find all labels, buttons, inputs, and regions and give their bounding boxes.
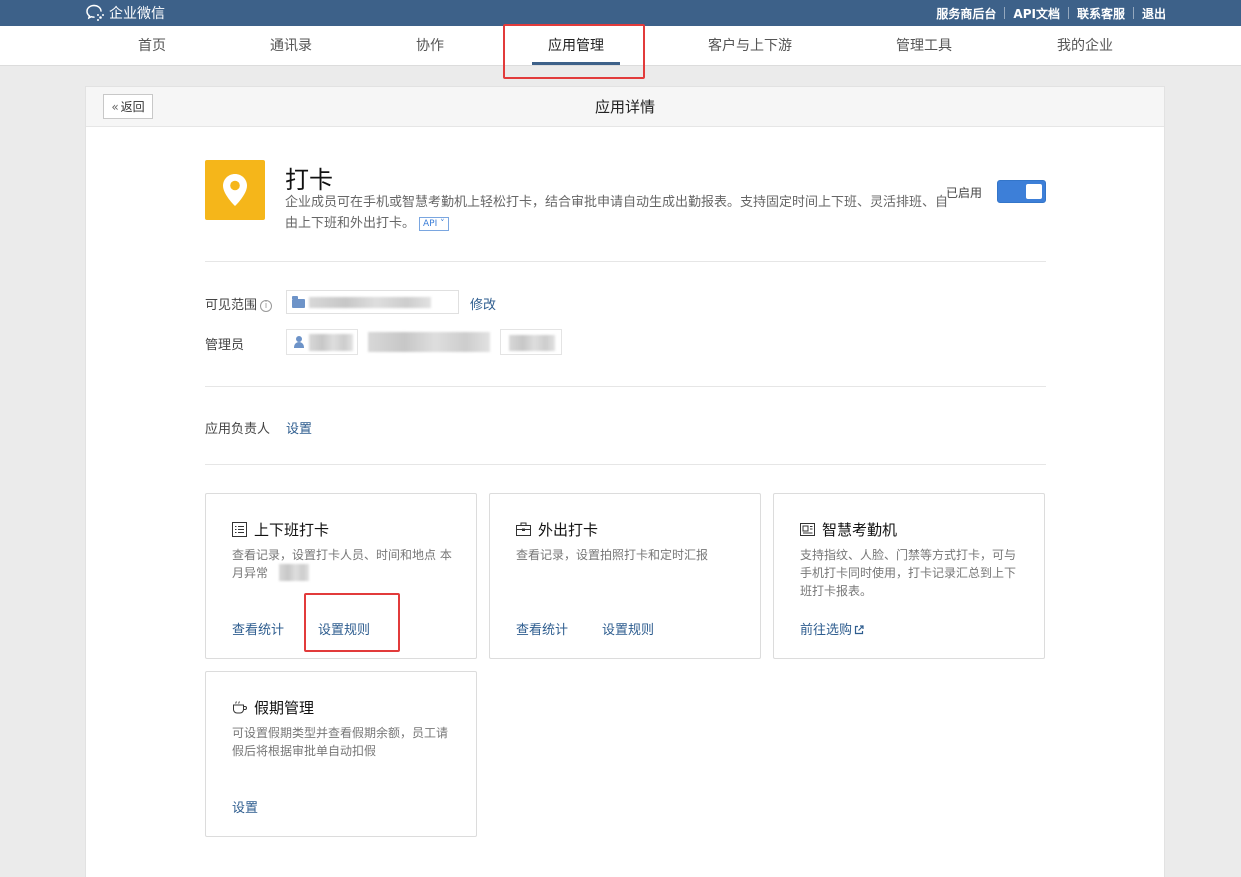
scope-label-text: 可见范围 bbox=[205, 298, 258, 313]
card-outside-checkin: 外出打卡 查看记录，设置拍照打卡和定时汇报 查看统计 设置规则 bbox=[489, 493, 761, 659]
page-title: 应用详情 bbox=[594, 98, 655, 116]
view-stats-link[interactable]: 查看统计 bbox=[232, 619, 284, 638]
divider bbox=[205, 386, 1046, 387]
top-links: 服务商后台 API文档 联系客服 退出 bbox=[936, 0, 1166, 26]
card-description: 查看记录，设置拍照打卡和定时汇报 bbox=[516, 548, 709, 562]
wecom-logo-icon bbox=[86, 4, 104, 21]
nav-customers[interactable]: 客户与上下游 bbox=[695, 26, 805, 66]
set-rules-link[interactable]: 设置规则 bbox=[602, 619, 654, 638]
folder-icon bbox=[292, 296, 305, 308]
card-title: 假期管理 bbox=[232, 696, 314, 718]
card-smart-attendance: 智慧考勤机 支持指纹、人脸、门禁等方式打卡，可与手机打卡同时使用，打卡记录汇总到… bbox=[773, 493, 1045, 659]
briefcase-icon bbox=[516, 522, 531, 536]
double-chevron-left-icon: « bbox=[111, 99, 119, 114]
contact-support-link[interactable]: 联系客服 bbox=[1077, 5, 1125, 22]
admin-label: 管理员 bbox=[205, 338, 245, 353]
separator bbox=[1004, 7, 1006, 19]
go-purchase-label: 前往选购 bbox=[800, 623, 853, 638]
logout-link[interactable]: 退出 bbox=[1142, 5, 1166, 22]
chevron-down-icon: ˅ bbox=[440, 219, 445, 229]
panel-header: 应用详情 « 返回 bbox=[86, 87, 1164, 127]
card-title-text: 智慧考勤机 bbox=[822, 520, 898, 539]
card-title-text: 上下班打卡 bbox=[254, 520, 330, 539]
info-icon[interactable]: i bbox=[260, 300, 273, 312]
app-detail-panel: 应用详情 « 返回 打卡 企业成员可在手机或智慧考勤机上轻松打卡，结合审批申请自… bbox=[85, 86, 1165, 877]
owner-label: 应用负责人 bbox=[205, 422, 271, 437]
location-pin-icon bbox=[223, 174, 247, 206]
scope-label: 可见范围 i bbox=[205, 294, 273, 313]
redacted-admin bbox=[509, 335, 555, 351]
nav-admin-tools[interactable]: 管理工具 bbox=[884, 26, 964, 66]
cup-icon bbox=[233, 700, 247, 713]
card-leave-management: 假期管理 可设置假期类型并查看假期余额，员工请假后将根据审批单自动扣假 设置 bbox=[205, 671, 477, 837]
divider bbox=[205, 261, 1046, 262]
redacted-scope bbox=[309, 297, 431, 308]
api-tag-label: API bbox=[423, 219, 438, 229]
card-title-text: 外出打卡 bbox=[538, 520, 599, 539]
card-title-text: 假期管理 bbox=[254, 698, 315, 717]
redacted-count bbox=[279, 564, 309, 581]
divider bbox=[205, 464, 1046, 465]
toggle-knob bbox=[1026, 184, 1042, 199]
edit-scope-link[interactable]: 修改 bbox=[470, 294, 496, 313]
view-stats-link[interactable]: 查看统计 bbox=[516, 619, 568, 638]
card-description: 查看记录，设置打卡人员、时间和地点 本月异常 bbox=[232, 548, 452, 580]
nav-home[interactable]: 首页 bbox=[122, 26, 182, 66]
app-icon bbox=[205, 160, 265, 220]
nav-collaboration[interactable]: 协作 bbox=[400, 26, 460, 66]
separator bbox=[1067, 7, 1069, 19]
go-purchase-link[interactable]: 前往选购 bbox=[800, 619, 864, 638]
api-docs-link[interactable]: API文档 bbox=[1013, 5, 1060, 22]
person-icon bbox=[294, 336, 304, 348]
card-title: 外出打卡 bbox=[516, 518, 598, 540]
api-tag[interactable]: API ˅ bbox=[419, 217, 449, 231]
highlight-box-set-rules bbox=[304, 593, 400, 652]
enable-toggle[interactable] bbox=[997, 180, 1046, 203]
card-description: 支持指纹、人脸、门禁等方式打卡，可与手机打卡同时使用，打卡记录汇总到上下班打卡报… bbox=[800, 548, 1017, 598]
app-name: 打卡 bbox=[285, 166, 333, 194]
app-description-text: 企业成员可在手机或智慧考勤机上轻松打卡，结合审批申请自动生成出勤报表。支持固定时… bbox=[285, 195, 949, 231]
brand[interactable]: 企业微信 bbox=[85, 3, 165, 23]
card-description: 可设置假期类型并查看假期余额，员工请假后将根据审批单自动扣假 bbox=[232, 726, 449, 758]
separator bbox=[1132, 7, 1134, 19]
top-bar: 企业微信 服务商后台 API文档 联系客服 退出 bbox=[0, 0, 1241, 26]
redacted-admin bbox=[368, 332, 490, 352]
card-title: 上下班打卡 bbox=[232, 518, 329, 540]
owner-set-link[interactable]: 设置 bbox=[286, 418, 312, 437]
external-link-icon bbox=[854, 625, 864, 635]
brand-name: 企业微信 bbox=[109, 6, 165, 22]
back-label: 返回 bbox=[120, 100, 145, 114]
provider-admin-link[interactable]: 服务商后台 bbox=[936, 5, 996, 22]
status-label: 已启用 bbox=[946, 186, 983, 200]
nav-contacts[interactable]: 通讯录 bbox=[261, 26, 321, 66]
leave-settings-link[interactable]: 设置 bbox=[232, 797, 258, 816]
card-title: 智慧考勤机 bbox=[800, 518, 897, 540]
app-description: 企业成员可在手机或智慧考勤机上轻松打卡，结合审批申请自动生成出勤报表。支持固定时… bbox=[285, 192, 950, 234]
admin-chip[interactable] bbox=[500, 329, 562, 355]
attendance-machine-icon bbox=[800, 522, 815, 536]
highlight-box-nav bbox=[503, 24, 645, 79]
back-button[interactable]: « 返回 bbox=[103, 94, 153, 119]
admin-chip[interactable] bbox=[368, 329, 490, 355]
visible-scope-field[interactable] bbox=[286, 290, 459, 314]
admin-chip[interactable] bbox=[286, 329, 358, 355]
list-icon bbox=[232, 521, 247, 537]
redacted-admin bbox=[309, 334, 353, 351]
nav-my-enterprise[interactable]: 我的企业 bbox=[1045, 26, 1125, 66]
